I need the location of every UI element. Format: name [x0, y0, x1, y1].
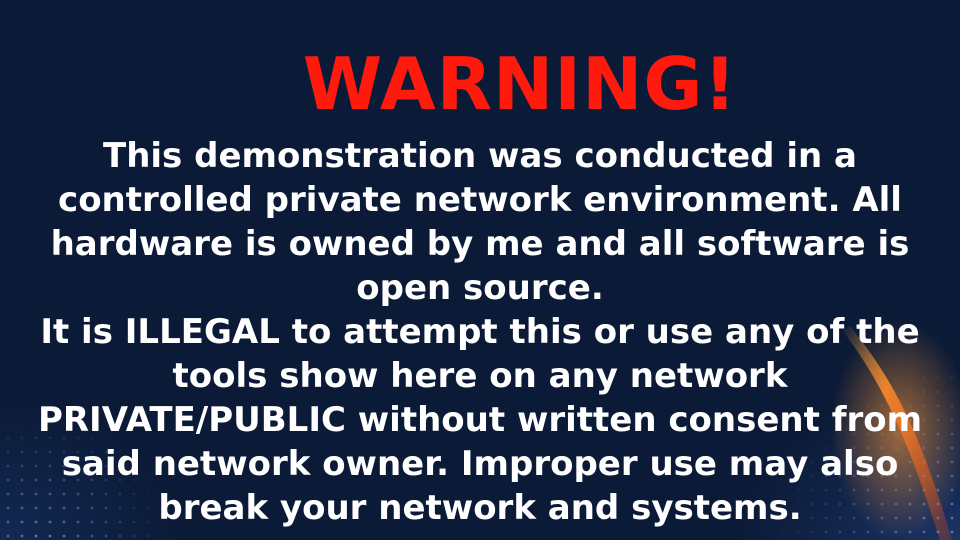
- message-line: controlled private network environment. …: [58, 180, 902, 220]
- decor-dot: [20, 534, 24, 538]
- decor-dot: [34, 534, 38, 538]
- decor-dot: [90, 534, 94, 538]
- decor-dot: [810, 530, 814, 534]
- decor-dot: [146, 534, 150, 538]
- decor-dot: [104, 534, 108, 538]
- decor-dot: [866, 530, 870, 534]
- decor-dot: [6, 534, 10, 538]
- message-line: said network owner. Improper use may als…: [61, 444, 899, 484]
- message-line: It is ILLEGAL to attempt this or use any…: [40, 312, 920, 352]
- decor-dot: [782, 530, 786, 534]
- warning-message: This demonstration was conducted in a co…: [0, 134, 960, 530]
- decor-dot: [852, 530, 856, 534]
- message-line: PRIVATE/PUBLIC without written consent f…: [37, 400, 923, 440]
- decor-dot: [160, 534, 164, 538]
- decor-dot: [48, 534, 52, 538]
- decor-dot: [796, 530, 800, 534]
- warning-title: WARNING!: [302, 42, 738, 126]
- message-line: hardware is owned by me and all software…: [50, 224, 910, 264]
- decor-dot: [824, 530, 828, 534]
- decor-dot: [838, 530, 842, 534]
- message-line: This demonstration was conducted in a: [103, 136, 857, 176]
- warning-slide: WARNING! This demonstration was conducte…: [0, 0, 960, 540]
- decor-dot: [132, 534, 136, 538]
- decor-dot: [76, 534, 80, 538]
- message-line: tools show here on any network: [172, 356, 788, 396]
- message-line: open source.: [356, 268, 604, 308]
- decor-dot: [118, 534, 122, 538]
- message-line: break your network and systems.: [158, 488, 802, 528]
- decor-dot: [950, 530, 954, 534]
- decor-dot: [62, 534, 66, 538]
